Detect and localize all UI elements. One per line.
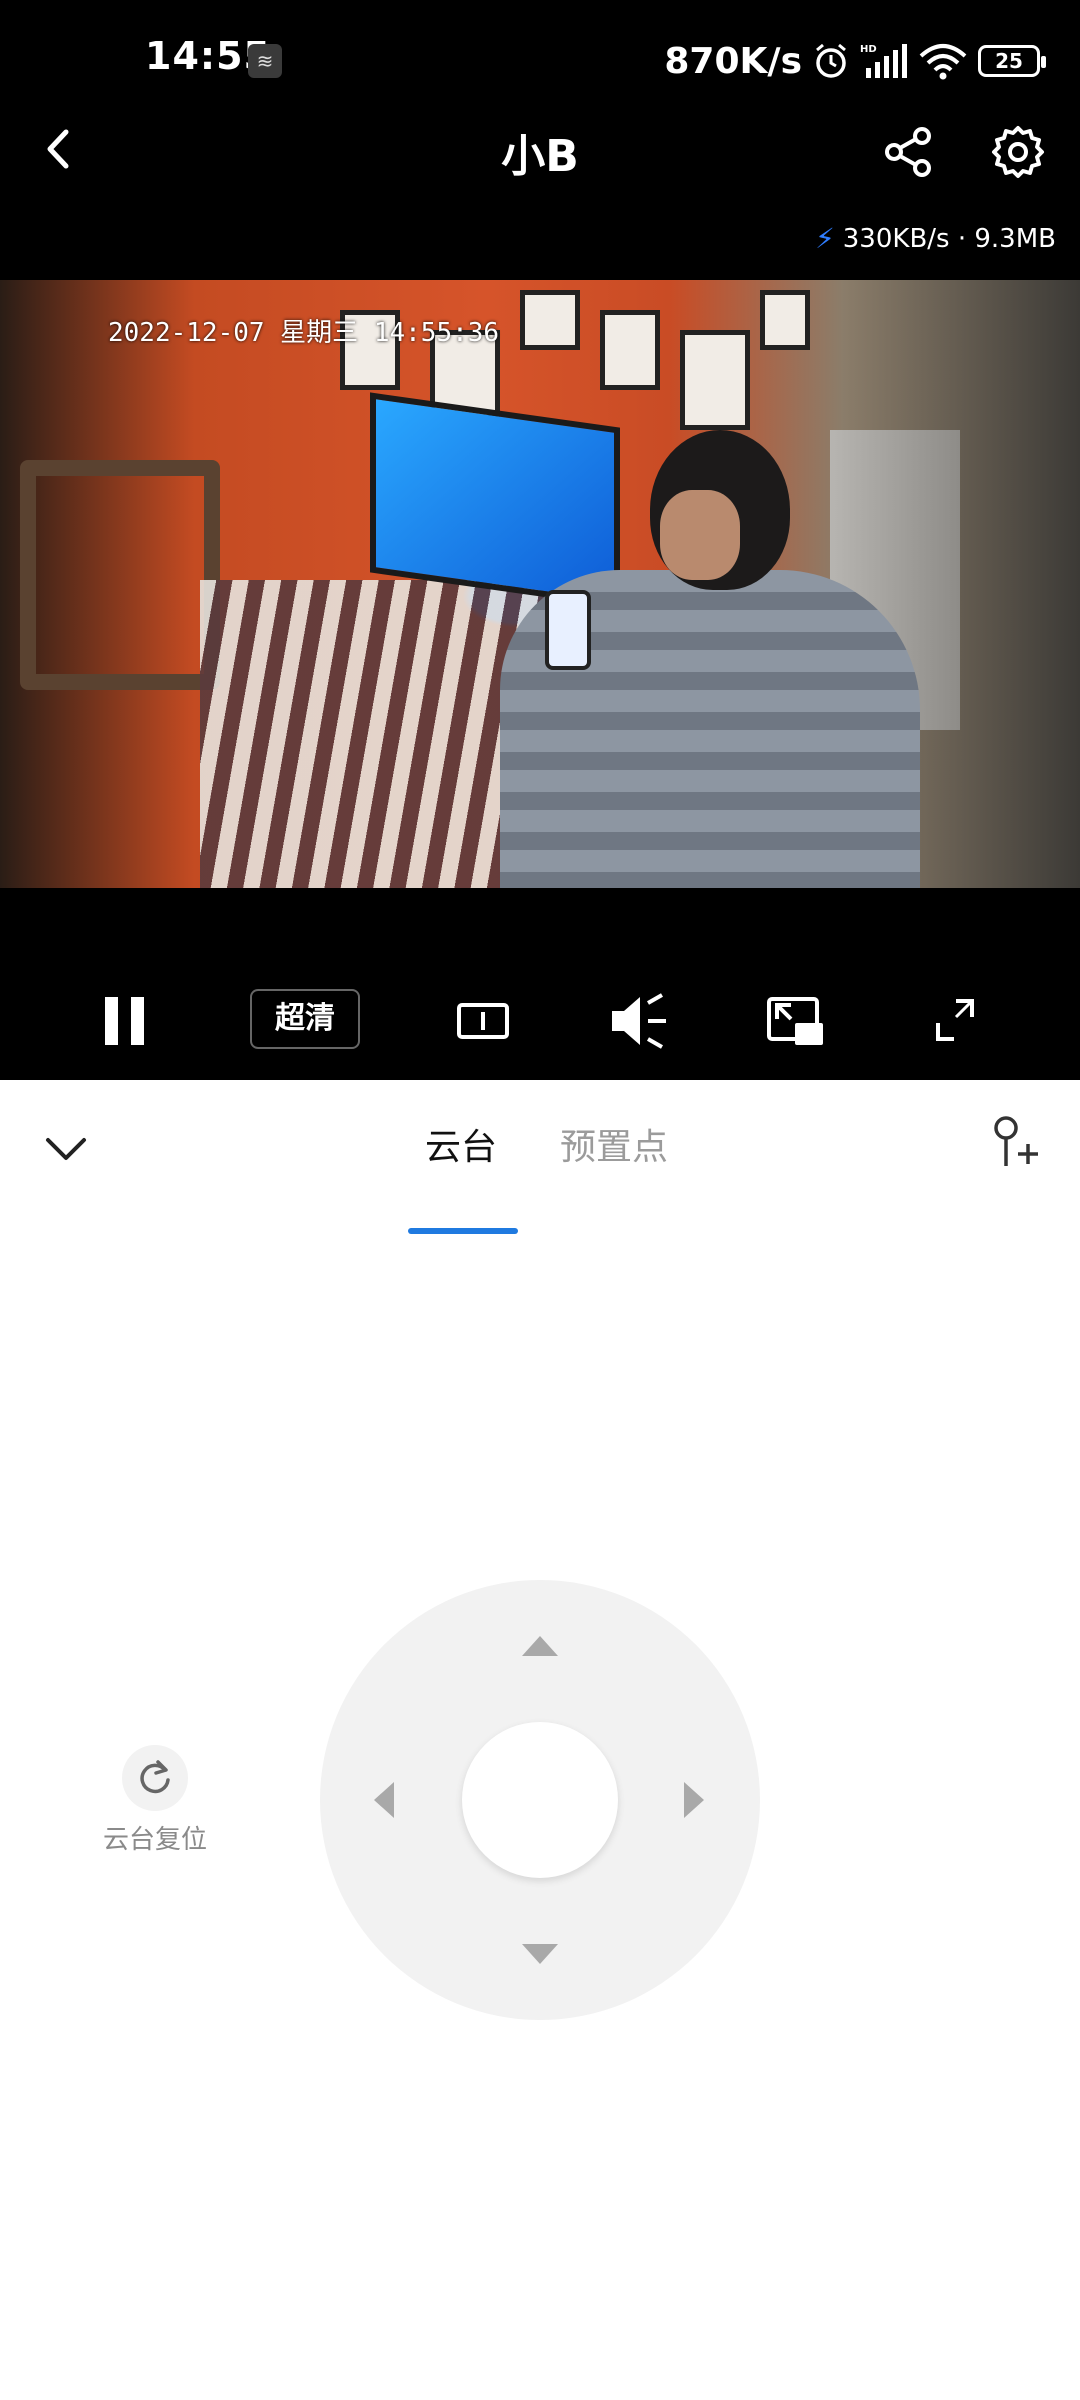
video-phone <box>545 590 591 670</box>
gear-icon[interactable] <box>990 124 1046 180</box>
arrow-left-icon[interactable] <box>374 1782 394 1818</box>
notification-icon: ≋ <box>248 44 282 78</box>
active-tab-indicator <box>408 1228 518 1234</box>
ptz-reset-label: 云台复位 <box>102 1825 207 1855</box>
joystick-center[interactable] <box>462 1722 618 1878</box>
quality-button[interactable]: 超清 <box>250 989 360 1049</box>
volume-icon[interactable] <box>608 975 670 1065</box>
stream-icon[interactable] <box>455 975 511 1065</box>
arrow-up-icon[interactable] <box>522 1636 558 1656</box>
ptz-reset-button[interactable]: 云台复位 <box>90 1745 220 1856</box>
status-right: 870K/s HD 25 <box>664 36 1046 86</box>
ptz-panel: 云台 预置点 云台复位 <box>0 1080 1080 2400</box>
arrow-right-icon[interactable] <box>684 1782 704 1818</box>
ptz-joystick[interactable] <box>320 1580 760 2020</box>
wifi-icon <box>919 44 967 80</box>
share-icon[interactable] <box>880 124 936 180</box>
hd-signal-icon: HD <box>860 44 907 78</box>
bolt-icon: ⚡ <box>815 222 835 255</box>
alarm-icon <box>816 43 846 78</box>
player-controls: 超清 <box>0 975 1080 1065</box>
tab-ptz[interactable]: 云台 <box>425 1118 497 1170</box>
video-timestamp: 2022-12-07 星期三 14:55:36 <box>108 318 500 348</box>
panel-tabs: 云台 预置点 <box>0 1118 1080 1234</box>
stream-stats-text: 330KB/s · 9.3MB <box>842 223 1056 254</box>
network-speed: 870K/s <box>664 40 802 82</box>
add-location-icon[interactable] <box>990 1114 1040 1170</box>
status-bar: 14:55 ≋ 870K/s HD 25 <box>0 0 1080 120</box>
pause-icon[interactable] <box>95 975 155 1065</box>
camera-video-feed[interactable]: 2022-12-07 星期三 14:55:36 <box>0 280 1080 888</box>
video-chair <box>20 460 220 690</box>
battery-icon: 25 <box>978 45 1046 77</box>
arrow-down-icon[interactable] <box>522 1944 558 1964</box>
stream-stats: ⚡ 330KB/s · 9.3MB <box>815 222 1056 255</box>
svg-text:HD: HD <box>860 44 877 55</box>
app-header: 小B <box>0 110 1080 190</box>
picture-in-picture-icon[interactable] <box>765 975 827 1065</box>
tab-presets[interactable]: 预置点 <box>560 1118 668 1170</box>
refresh-icon <box>122 1745 188 1811</box>
fullscreen-icon[interactable] <box>930 975 980 1065</box>
